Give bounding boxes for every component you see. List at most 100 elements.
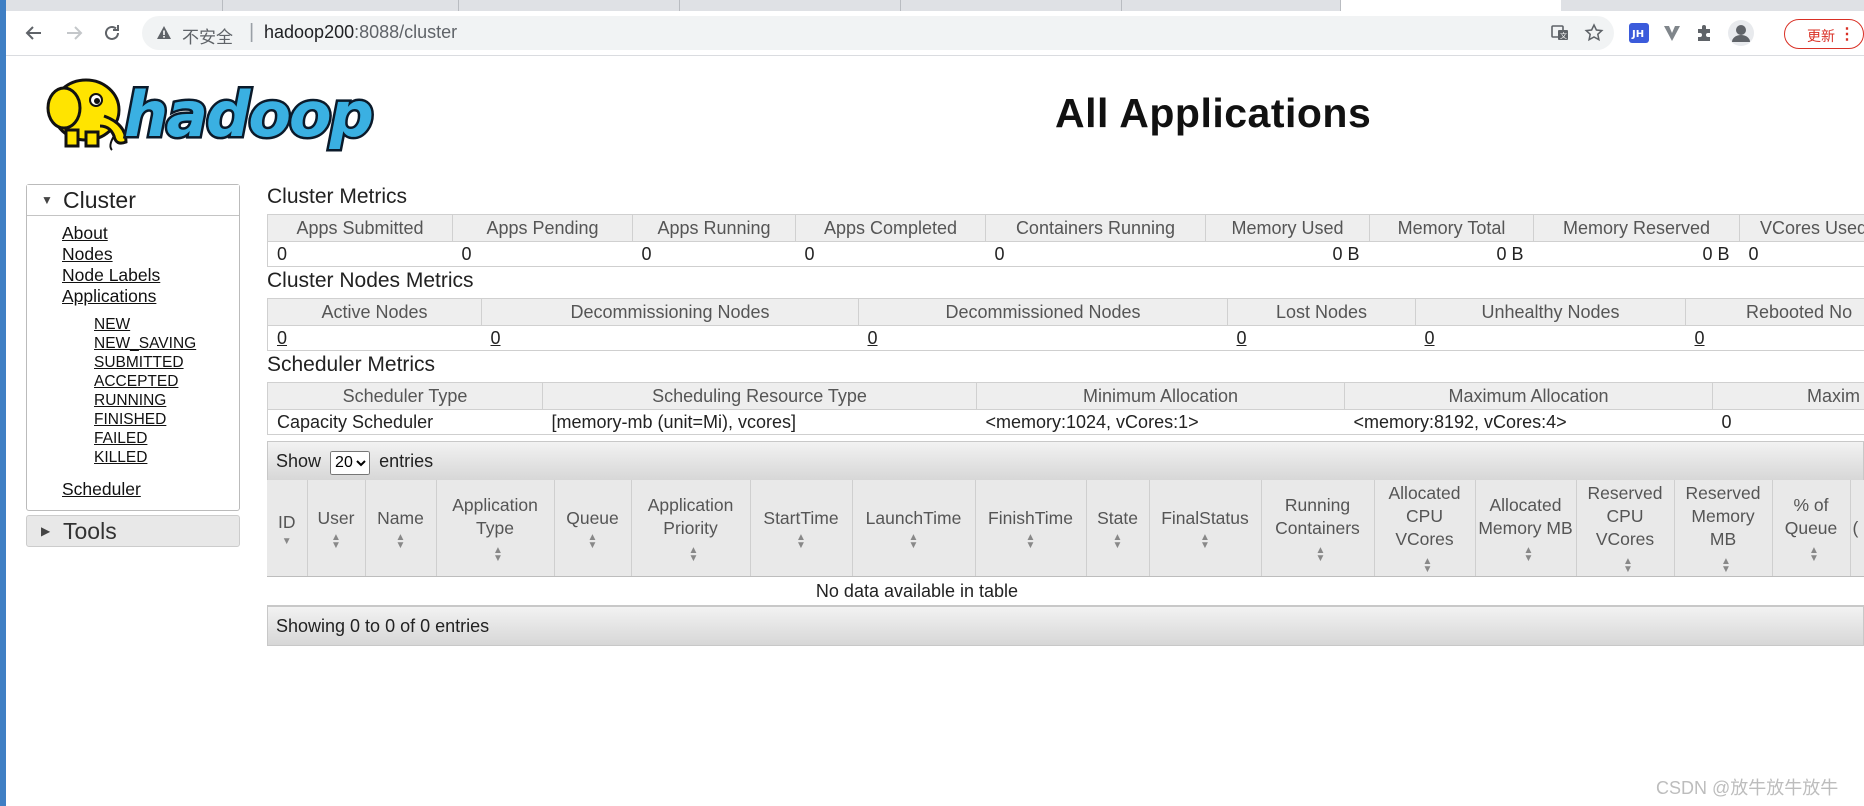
col-containers-running: Containers Running xyxy=(985,214,1206,242)
rebooted-nodes-link[interactable]: 0 xyxy=(1685,325,1864,351)
watermark: CSDN @放牛放牛放牛 xyxy=(1656,778,1839,798)
entries-label: entries xyxy=(379,451,434,471)
col-running-containers[interactable]: Running Containers ▲ ▼ xyxy=(1261,480,1375,577)
empty-table-message: No data available in table xyxy=(267,576,1864,606)
page-length-bar: Show 20 entries xyxy=(267,441,1864,480)
lost-nodes-link[interactable]: 0 xyxy=(1227,325,1416,351)
col-application-priority[interactable]: Application Priority ▲ ▼ xyxy=(631,480,751,577)
col-queue[interactable]: Queue ▲ ▼ xyxy=(554,480,632,577)
table-row: No data available in table xyxy=(267,576,1864,606)
col-final-status[interactable]: FinalStatus ▲ ▼ xyxy=(1149,480,1262,577)
col-launch-time[interactable]: LaunchTime ▲ ▼ xyxy=(852,480,976,577)
col-label: Application Priority xyxy=(647,494,734,538)
col-apps-completed: Apps Completed xyxy=(795,214,986,242)
bookmark-star-icon[interactable] xyxy=(1584,23,1604,43)
col-label: Running Containers xyxy=(1275,494,1360,538)
sort-both-icon: ▲ ▼ xyxy=(1025,531,1036,551)
col-reserved-cpu-vcores[interactable]: Reserved CPU VCores ▲ ▼ xyxy=(1576,480,1675,577)
cluster-panel-header[interactable]: ▼ Cluster xyxy=(27,185,239,216)
browser-toolbar: 不安全 | hadoop200:8088/cluster 文 JH 更新 ⋮ xyxy=(6,11,1864,56)
col-id[interactable]: ID ▼ xyxy=(267,480,308,577)
sort-both-icon: ▲ ▼ xyxy=(688,544,699,564)
app-state-accepted[interactable]: ACCEPTED xyxy=(94,372,239,391)
table-cell: <memory:8192, vCores:4> xyxy=(1344,409,1713,435)
profile-avatar-icon[interactable] xyxy=(1727,19,1755,47)
address-bar[interactable]: 不安全 | hadoop200:8088/cluster 文 xyxy=(142,16,1614,50)
col-label: Reserved Memory MB xyxy=(1685,483,1761,549)
col-label: FinishTime xyxy=(988,507,1073,528)
tools-panel[interactable]: ▶ Tools xyxy=(26,515,240,547)
page-size-select[interactable]: 20 xyxy=(330,450,371,475)
forward-button[interactable] xyxy=(60,19,88,47)
reload-button[interactable] xyxy=(98,19,126,47)
app-state-new-saving[interactable]: NEW_SAVING xyxy=(94,334,239,353)
jh-extension-icon[interactable]: JH xyxy=(1628,22,1650,44)
tools-panel-header[interactable]: ▶ Tools xyxy=(27,516,239,546)
col-label: FinalStatus xyxy=(1161,507,1249,528)
tab-strip xyxy=(6,0,1864,11)
table-cell: 0 B xyxy=(1369,241,1534,267)
sidebar-link-nodes[interactable]: Nodes xyxy=(62,244,239,265)
browser-tab[interactable] xyxy=(901,0,1122,11)
update-button[interactable]: 更新 ⋮ xyxy=(1784,19,1864,49)
sidebar-link-about[interactable]: About xyxy=(62,223,239,244)
col-allocated-memory-mb[interactable]: Allocated Memory MB ▲ ▼ xyxy=(1475,480,1577,577)
sidebar: ▼ Cluster About Nodes Node Labels Applic… xyxy=(26,184,240,547)
col-rebooted-nodes: Rebooted No xyxy=(1685,298,1864,326)
sidebar-link-node-labels[interactable]: Node Labels xyxy=(62,265,239,286)
browser-tab[interactable] xyxy=(1122,0,1341,11)
scheduler-metrics-header-row: Scheduler Type Scheduling Resource Type … xyxy=(267,382,1864,410)
browser-tab[interactable] xyxy=(459,0,680,11)
col-maximum-allocation: Maximum Allocation xyxy=(1344,382,1713,410)
sort-both-icon: ▲ ▼ xyxy=(395,531,406,551)
security-label: 不安全 xyxy=(182,28,233,47)
col-reserved-memory-mb[interactable]: Reserved Memory MB ▲ ▼ xyxy=(1674,480,1773,577)
col-label: % of Queue xyxy=(1784,494,1838,538)
browser-tab[interactable] xyxy=(6,0,223,11)
svg-text:JH: JH xyxy=(1631,29,1644,40)
cluster-panel: ▼ Cluster About Nodes Node Labels Applic… xyxy=(26,184,240,511)
col-finish-time[interactable]: FinishTime ▲ ▼ xyxy=(975,480,1087,577)
col-application-type[interactable]: Application Type ▲ ▼ xyxy=(436,480,555,577)
app-state-killed[interactable]: KILLED xyxy=(94,448,239,467)
app-state-finished[interactable]: FINISHED xyxy=(94,410,239,429)
more-menu-icon: ⋮ xyxy=(1839,26,1855,43)
col-apps-submitted: Apps Submitted xyxy=(267,214,453,242)
unhealthy-nodes-link[interactable]: 0 xyxy=(1415,325,1686,351)
table-cell: 0 xyxy=(795,241,986,267)
svg-text:文: 文 xyxy=(1560,31,1567,40)
sort-both-icon: ▲ ▼ xyxy=(1422,556,1433,575)
col-user[interactable]: User ▲ ▼ xyxy=(307,480,366,577)
col-state[interactable]: State ▲ ▼ xyxy=(1086,480,1150,577)
table-cell: 0 xyxy=(632,241,796,267)
browser-tab-active[interactable] xyxy=(1341,0,1561,11)
col-label: ID xyxy=(278,511,296,532)
col-truncated[interactable]: ( xyxy=(1850,480,1864,577)
translate-icon[interactable]: 文 xyxy=(1550,23,1570,43)
decommissioning-nodes-link[interactable]: 0 xyxy=(481,325,859,351)
browser-tab[interactable] xyxy=(223,0,459,11)
table-cell: [memory-mb (unit=Mi), vcores] xyxy=(542,409,977,435)
back-button[interactable] xyxy=(20,19,48,47)
col-name[interactable]: Name ▲ ▼ xyxy=(365,480,437,577)
table-cell: Capacity Scheduler xyxy=(267,409,543,435)
table-cell: 0 xyxy=(985,241,1206,267)
col-label: Name xyxy=(377,507,424,528)
decommissioned-nodes-link[interactable]: 0 xyxy=(858,325,1228,351)
app-state-submitted[interactable]: SUBMITTED xyxy=(94,353,239,372)
app-state-new[interactable]: NEW xyxy=(94,315,239,334)
col-unhealthy-nodes: Unhealthy Nodes xyxy=(1415,298,1686,326)
app-state-running[interactable]: RUNNING xyxy=(94,391,239,410)
active-nodes-link[interactable]: 0 xyxy=(267,325,482,351)
col-label: User xyxy=(317,507,355,528)
sidebar-link-scheduler[interactable]: Scheduler xyxy=(62,479,239,500)
col-allocated-cpu-vcores[interactable]: Allocated CPU VCores ▲ ▼ xyxy=(1374,480,1476,577)
col-start-time[interactable]: StartTime ▲ ▼ xyxy=(750,480,853,577)
col-lost-nodes: Lost Nodes xyxy=(1227,298,1416,326)
puzzle-extensions-icon[interactable] xyxy=(1693,22,1715,44)
browser-tab[interactable] xyxy=(680,0,901,11)
app-state-failed[interactable]: FAILED xyxy=(94,429,239,448)
col-percent-of-queue[interactable]: % of Queue ▲ ▼ xyxy=(1772,480,1851,577)
v-extension-icon[interactable] xyxy=(1661,22,1683,44)
sidebar-link-applications[interactable]: Applications xyxy=(62,286,239,307)
